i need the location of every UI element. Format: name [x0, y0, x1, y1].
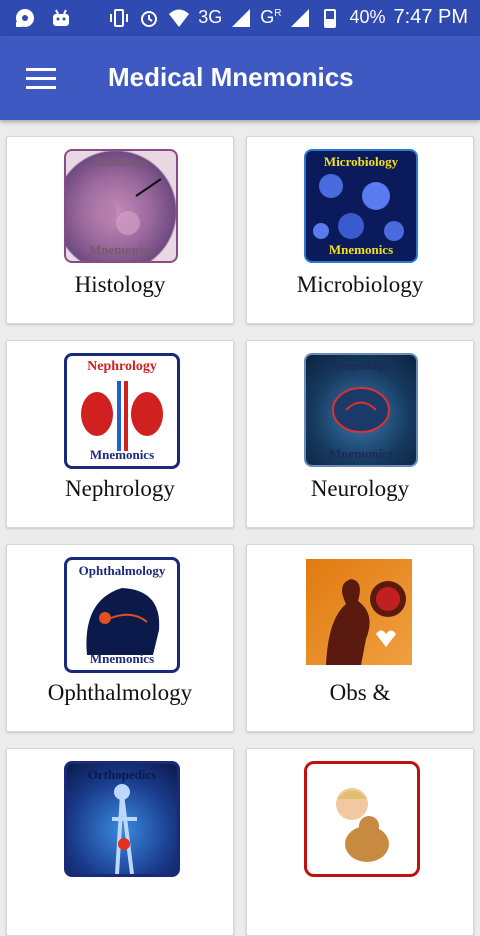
pediatrics-icon — [304, 761, 420, 877]
ophthalmology-icon: Ophthalmology Mnemonics — [64, 557, 180, 673]
category-card-pediatrics[interactable] — [246, 748, 474, 936]
category-card-histology[interactable]: Histology Mnemonics Histology — [6, 136, 234, 324]
alarm-icon — [141, 10, 158, 27]
card-label: Microbiology — [296, 272, 424, 297]
card-label: Obs & — [329, 680, 391, 705]
status-bar: 3G GR 40% 7:47 PM — [0, 0, 480, 36]
microbiology-icon: Microbiology Mnemonics — [304, 149, 418, 263]
card-label: Ophthalmology — [47, 680, 193, 705]
battery-level: 40% — [349, 7, 386, 27]
network-type-1: 3G — [198, 7, 223, 27]
card-label: Neurology — [310, 476, 410, 501]
signal-icon — [232, 8, 251, 27]
category-card-neurology[interactable]: Neurology Mnemonics Neurology — [246, 340, 474, 528]
histology-icon: Histology Mnemonics — [64, 149, 178, 263]
battery-icon — [324, 8, 337, 28]
app-bar: Medical Mnemonics — [0, 36, 480, 120]
hamburger-menu-icon[interactable] — [26, 68, 56, 90]
orthopedics-icon: Orthopedics — [64, 761, 180, 877]
category-card-nephrology[interactable]: Nephrology Mnemonics Nephrology — [6, 340, 234, 528]
android-icon — [53, 9, 69, 26]
neurology-icon: Neurology Mnemonics — [304, 353, 418, 467]
card-label: Nephrology — [65, 476, 175, 501]
network-type-2: GR — [260, 7, 282, 27]
card-label: Histology — [74, 272, 166, 297]
signal-2-icon — [291, 8, 310, 27]
category-card-orthopedics[interactable]: Orthopedics — [6, 748, 234, 936]
category-card-obstetrics[interactable]: Obs & — [246, 544, 474, 732]
category-card-microbiology[interactable]: Microbiology Mnemonics Microbiology — [246, 136, 474, 324]
clock: 7:47 PM — [393, 6, 468, 28]
vibrate-icon — [110, 8, 129, 27]
category-card-ophthalmology[interactable]: Ophthalmology Mnemonics Ophthalmology — [6, 544, 234, 732]
obstetrics-icon — [306, 559, 412, 665]
wifi-icon — [169, 9, 190, 27]
app-title: Medical Mnemonics — [108, 62, 354, 92]
nephrology-icon: Nephrology Mnemonics — [64, 353, 180, 469]
notification-icon — [16, 9, 34, 27]
